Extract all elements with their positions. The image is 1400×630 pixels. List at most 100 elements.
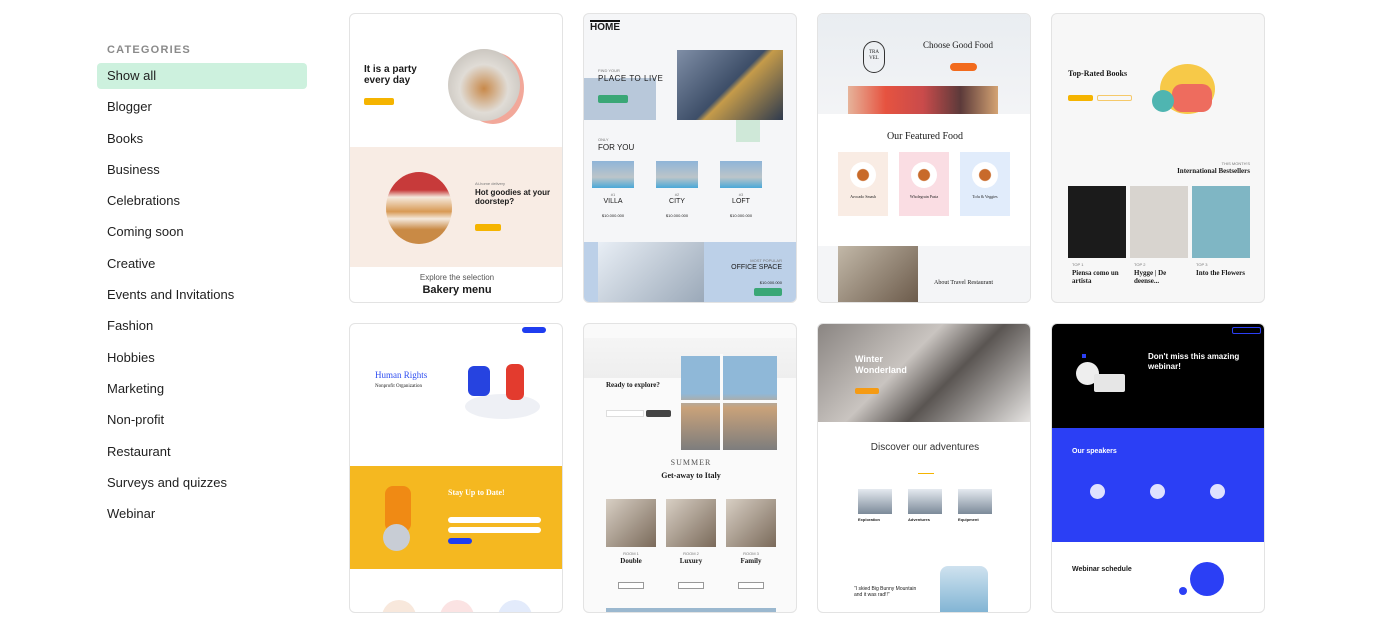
room-image (606, 499, 656, 547)
listing-number: #2 (674, 192, 680, 197)
people-illustration (468, 366, 490, 396)
category-item[interactable]: Blogger (97, 94, 307, 120)
section-title: International Bestsellers (1177, 167, 1250, 175)
template-card-party[interactable]: It is a party every day At-home delivery… (349, 13, 563, 303)
food-image (848, 86, 998, 114)
template-logo: HOME (590, 20, 620, 33)
template-headline: Human Rights (375, 370, 428, 380)
coffee-image (448, 49, 520, 121)
template-headline: PLACE TO LIVE (598, 74, 664, 83)
house-image (677, 50, 783, 120)
category-item[interactable]: Books (97, 126, 307, 152)
book-title: Piensa como un artista (1072, 269, 1119, 285)
category-item[interactable]: Non-profit (97, 407, 307, 433)
office-image (598, 242, 704, 302)
rome-image (681, 356, 777, 450)
category-item[interactable]: Coming soon (97, 219, 307, 245)
template-card-travel[interactable]: Ready to explore? SUMMER Get-away to Ita… (583, 323, 797, 613)
cta-button (364, 98, 394, 105)
category-sidebar: CATEGORIES Show all Blogger Books Business C… (97, 44, 307, 532)
template-headline: Top-Rated Books (1068, 69, 1128, 78)
template-card-restaurant[interactable]: TRA VEL Choose Good Food Our Featured Fo… (817, 13, 1031, 303)
room-number: ROOM 1 (623, 551, 639, 556)
only-label: ONLY (598, 137, 609, 142)
listing-image (656, 161, 698, 188)
listing-name: CITY (669, 198, 685, 205)
listing-image (592, 161, 634, 188)
book-title: Into the Flowers (1196, 269, 1245, 277)
room-name: Double (620, 557, 642, 565)
room-number: ROOM 2 (683, 551, 699, 556)
template-headline: Winter Wonderland (855, 354, 907, 375)
category-item[interactable]: Webinar (97, 501, 307, 527)
testimonial-quote: “I skied Big Bunny Mountain and it was r… (854, 586, 917, 598)
category-item[interactable]: Hobbies (97, 345, 307, 371)
restaurant-image (838, 246, 918, 302)
category-item[interactable]: Restaurant (97, 439, 307, 465)
template-headline: It is a party every day (364, 64, 417, 86)
template-card-nonprofit[interactable]: Human Rights Nonprofit Organization Stay… (349, 323, 563, 613)
adventure-name: Equipment (958, 517, 979, 522)
dish-name: Tofu & Veggies (972, 194, 998, 199)
listing-name: LOFT (732, 198, 750, 205)
template-headline: Ready to explore? (606, 381, 660, 389)
adventure-image (858, 489, 892, 514)
category-item[interactable]: Show all (97, 63, 307, 89)
listing-price: $10.000.000 (729, 213, 753, 218)
category-item[interactable]: Celebrations (97, 188, 307, 214)
category-item[interactable]: Marketing (97, 376, 307, 402)
newsletter-title: Stay Up to Date! (448, 488, 505, 497)
adventure-name: Exploration (858, 517, 881, 522)
room-button (678, 582, 704, 589)
adventure-image (958, 489, 992, 514)
testimonial-image (940, 566, 988, 612)
dish-name: Wholegrain Pasta (909, 194, 939, 199)
popular-kicker: MOST POPULAR (750, 258, 782, 263)
listing-price: $10.000.000 (665, 213, 689, 218)
book-rank: TOP 1 (1072, 262, 1084, 267)
book-rank: TOP 2 (1134, 262, 1146, 267)
adventure-name: Adventures (908, 517, 931, 522)
footer-kicker: Explore the selection (419, 273, 495, 282)
template-card-winter[interactable]: Winter Wonderland Discover our adventure… (817, 323, 1031, 613)
listing-name: VILLA (603, 198, 623, 205)
room-name: Family (740, 557, 762, 565)
book-image (1130, 186, 1188, 258)
template-grid: It is a party every day At-home delivery… (349, 13, 1265, 613)
travel-logo: TRA VEL (863, 41, 885, 73)
adventure-image (908, 489, 942, 514)
category-item[interactable]: Events and Invitations (97, 282, 307, 308)
section-title: Get-away to Italy (661, 471, 721, 480)
room-number: ROOM 3 (743, 551, 759, 556)
popular-price: $10.000.000 (759, 280, 782, 285)
room-image (726, 499, 776, 547)
template-card-home[interactable]: HOME FIND YOUR PLACE TO LIVE ONLY FOR YO… (583, 13, 797, 303)
template-card-books[interactable]: Top-Rated Books THIS MONTH'S Internation… (1051, 13, 1265, 303)
subtitle: Nonprofit Organization (375, 384, 422, 389)
speakers-title: Our speakers (1072, 448, 1117, 455)
book-title: Hygge | De deense... (1134, 269, 1167, 285)
listing-price: $10.000.000 (601, 213, 625, 218)
kicker: SUMMER (670, 458, 712, 467)
room-button (738, 582, 764, 589)
category-item[interactable]: Fashion (97, 313, 307, 339)
category-item[interactable]: Surveys and quizzes (97, 470, 307, 496)
schedule-title: Webinar schedule (1072, 566, 1132, 573)
template-headline: Choose Good Food (923, 40, 994, 50)
book-image (1192, 186, 1250, 258)
for-you-label: FOR YOU (598, 143, 635, 152)
section-title: Discover our adventures (870, 442, 980, 453)
category-item[interactable]: Creative (97, 251, 307, 277)
listing-image (720, 161, 762, 188)
template-headline: Don't miss this amazing webinar! (1148, 352, 1240, 371)
room-button (618, 582, 644, 589)
room-image (666, 499, 716, 547)
category-item[interactable]: Business (97, 157, 307, 183)
listing-number: #3 (738, 192, 744, 197)
template-card-webinar[interactable]: Don't miss this amazing webinar! Our spe… (1051, 323, 1265, 613)
cake-image (386, 172, 452, 244)
section-title: Hot goodies at your doorstep? (475, 188, 551, 206)
section-kicker: At-home delivery (475, 181, 506, 186)
kicker: FIND YOUR (598, 68, 620, 73)
about-title: About Travel Restaurant (934, 280, 993, 286)
